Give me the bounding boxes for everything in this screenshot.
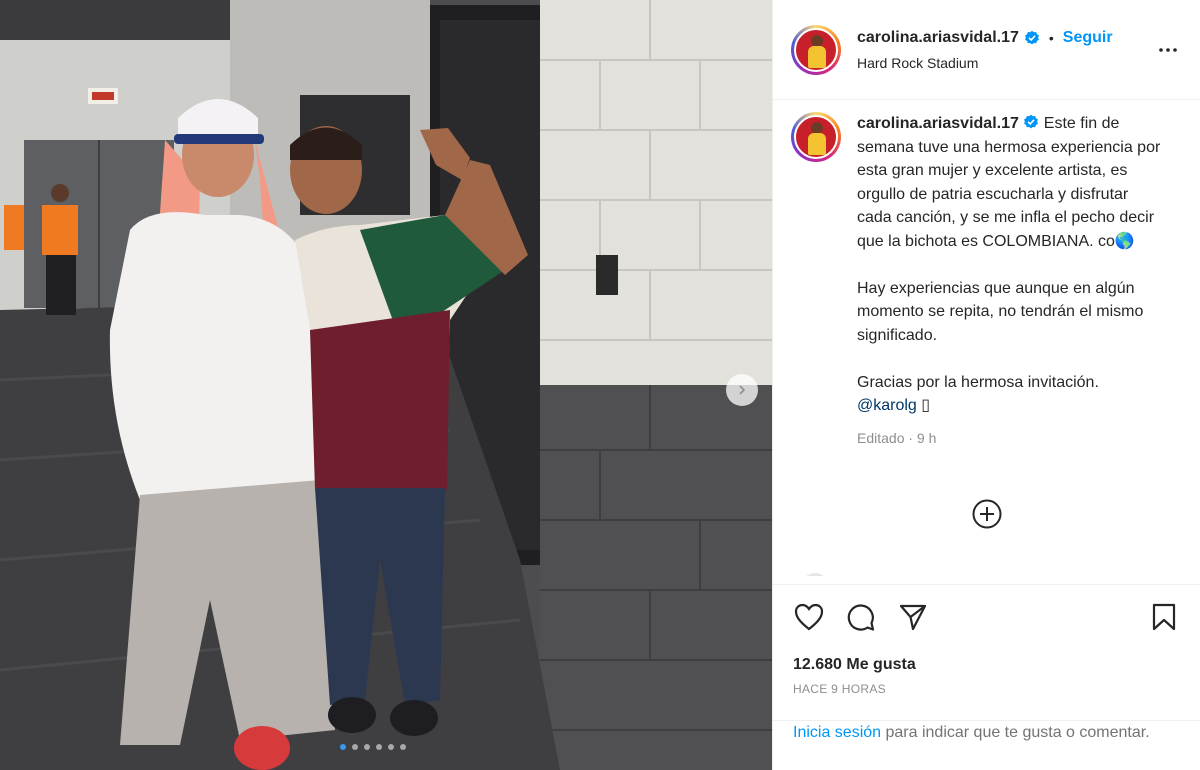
- caption-text: Gracias por la hermosa invitación.: [857, 373, 1099, 391]
- more-options-button[interactable]: [1156, 38, 1180, 62]
- comment-icon: [847, 604, 875, 631]
- comment-button[interactable]: [845, 601, 877, 633]
- carousel-dot: [400, 744, 406, 750]
- location-link[interactable]: Hard Rock Stadium: [857, 55, 1113, 71]
- post-photo: [0, 0, 772, 770]
- avatar[interactable]: [791, 112, 841, 162]
- login-link[interactable]: Inicia sesión: [793, 724, 881, 741]
- caption-paragraph: carolina.ariasvidal.17 Este fin de seman…: [857, 112, 1167, 253]
- follow-button[interactable]: Seguir: [1063, 29, 1113, 47]
- login-text: para indicar que te gusta o comentar.: [881, 724, 1150, 741]
- heart-icon: [794, 603, 824, 631]
- carousel-dot: [340, 744, 346, 750]
- load-more-comments-button[interactable]: [971, 498, 1003, 530]
- author-username[interactable]: carolina.ariasvidal.17: [857, 29, 1019, 47]
- caption-username[interactable]: carolina.ariasvidal.17: [857, 115, 1019, 132]
- like-button[interactable]: [793, 601, 825, 633]
- carousel-next-button[interactable]: [726, 374, 758, 406]
- mention-link[interactable]: @karolg: [857, 397, 917, 414]
- comment-peek: [803, 570, 1103, 576]
- chevron-right-icon: [739, 385, 746, 395]
- post-sidebar: carolina.ariasvidal.17 • Seguir Hard Roc…: [772, 0, 1200, 770]
- bookmark-icon: [1152, 603, 1176, 631]
- post-actions: 12.680 Me gusta HACE 9 HORAS: [773, 584, 1200, 696]
- post-date: HACE 9 HORAS: [793, 682, 886, 696]
- carousel-dot: [352, 744, 358, 750]
- login-prompt: Inicia sesión para indicar que te gusta …: [773, 720, 1200, 745]
- caption-paragraph: Gracias por la hermosa invitación. @karo…: [857, 371, 1167, 418]
- caption-glyph: ▯: [921, 397, 931, 414]
- carousel-indicator: [340, 744, 406, 750]
- carousel-dot: [364, 744, 370, 750]
- save-button[interactable]: [1148, 601, 1180, 633]
- post-header: carolina.ariasvidal.17 • Seguir Hard Roc…: [773, 0, 1200, 100]
- carousel-dot: [376, 744, 382, 750]
- like-count[interactable]: 12.680 Me gusta: [793, 656, 1180, 674]
- verified-badge-icon: [1024, 30, 1039, 44]
- more-horizontal-icon: [1159, 48, 1177, 52]
- send-icon: [899, 604, 927, 631]
- caption-text: Este fin de semana tuve una hermosa expe…: [857, 115, 1161, 250]
- post-media[interactable]: [0, 0, 772, 770]
- caption-meta: Editado · 9 h: [857, 430, 937, 446]
- caption-paragraph: Hay experiencias que aunque en algún mom…: [857, 279, 1144, 344]
- header-separator: •: [1048, 29, 1054, 46]
- verified-badge-icon: [1024, 114, 1039, 129]
- carousel-dot: [388, 744, 394, 750]
- share-button[interactable]: [897, 601, 929, 633]
- post-caption: carolina.ariasvidal.17 Este fin de seman…: [773, 100, 1200, 576]
- plus-circle-icon: [972, 499, 1002, 529]
- avatar[interactable]: [791, 24, 841, 75]
